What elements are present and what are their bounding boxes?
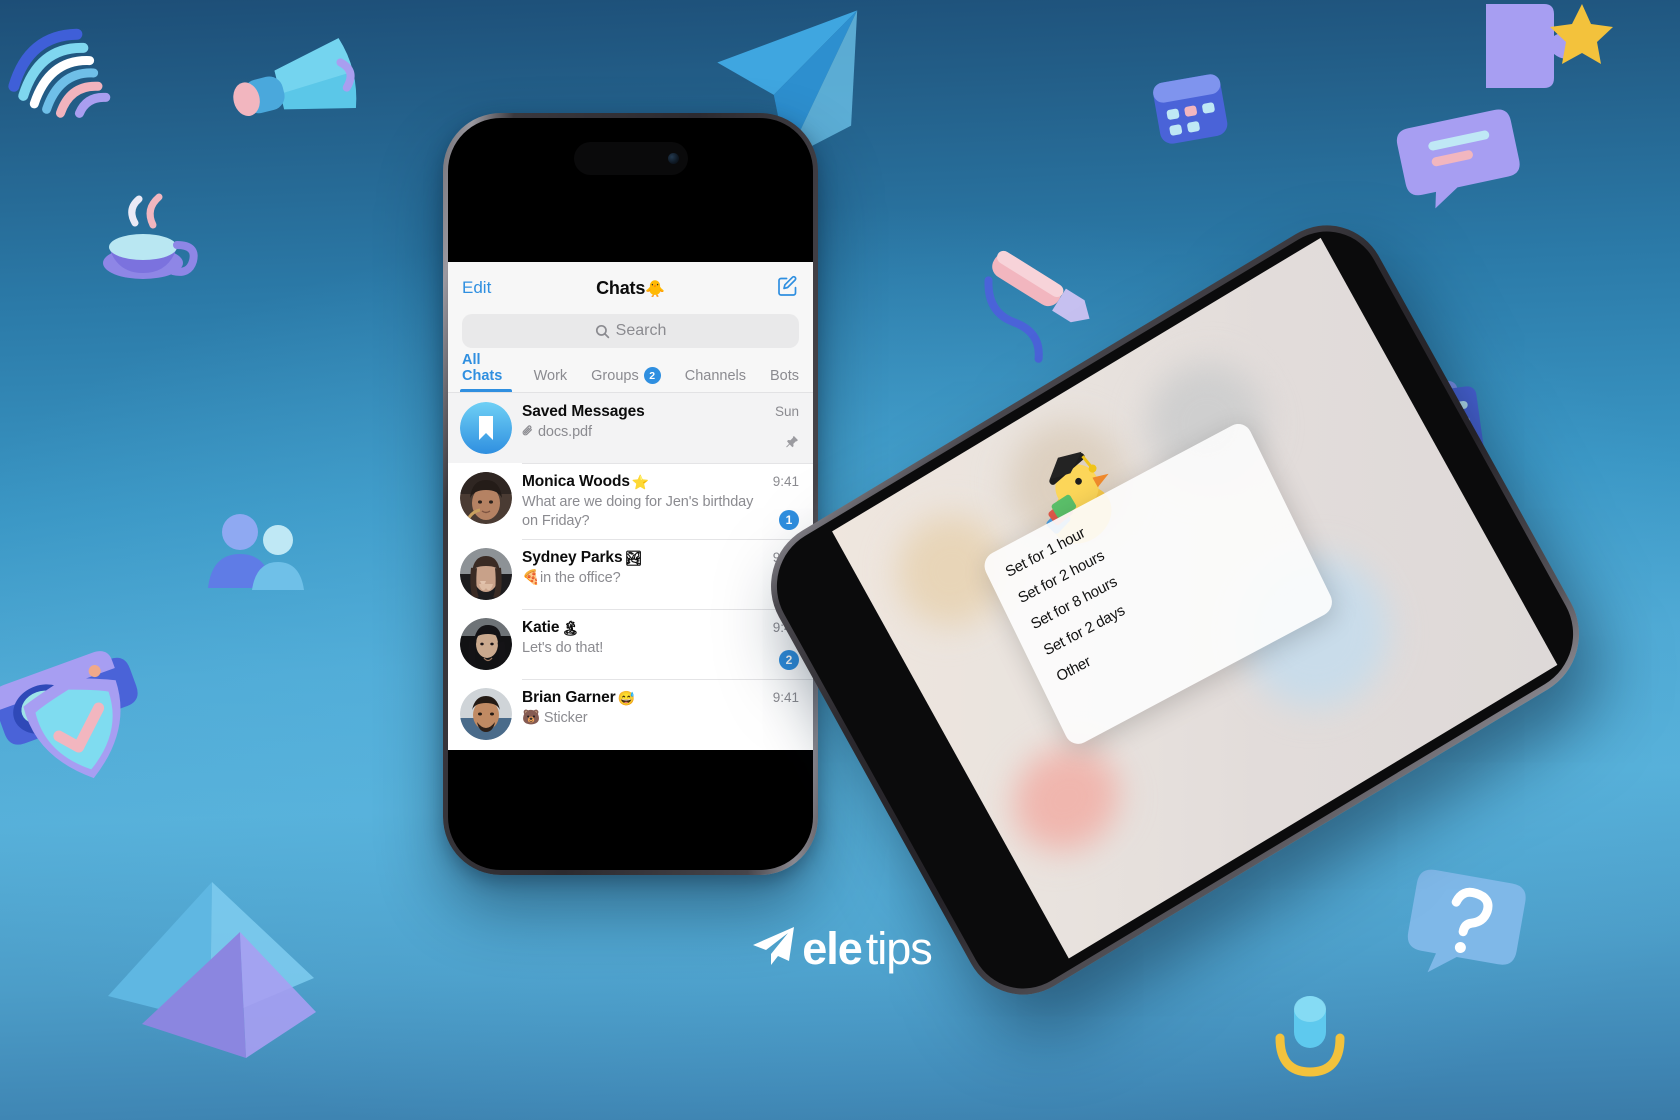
paperclip-icon: [522, 425, 533, 436]
phone-tilted-body: Set for 1 hour Set for 2 hours Set for 8…: [748, 202, 1602, 1018]
people-3d-icon: [196, 496, 326, 606]
chat-time-monica-woods: 9:41: [772, 474, 799, 489]
chat-row-katie[interactable]: Katie 🏝 Let's do that! 9:41 2: [448, 609, 813, 679]
calendar-3d-icon: [1146, 62, 1236, 152]
pencil-3d-icon: [952, 250, 1102, 380]
chat-title-katie: Katie 🏝: [522, 619, 761, 637]
chat-name-emoji-monica-woods: ⭐: [631, 473, 650, 490]
tab-work-label: Work: [533, 368, 568, 384]
telegram-mute-menu-screen: Set for 1 hour Set for 2 hours Set for 8…: [832, 237, 1558, 959]
teacup-3d-icon: [95, 185, 205, 295]
chat-preview-katie: Let's do that!: [522, 640, 604, 657]
shield-check-3d-icon: [10, 660, 150, 800]
brand-logo: ele tips: [0, 922, 1680, 975]
compose-icon[interactable]: [777, 275, 799, 302]
chat-preview-sydney-parks: 🍕in the office?: [522, 569, 761, 588]
phone-tilted: Set for 1 hour Set for 2 hours Set for 8…: [748, 202, 1602, 1018]
unread-badge-katie: 2: [779, 650, 799, 671]
unread-badge-monica-woods: 1: [779, 510, 799, 531]
fingerprint-3d-icon: [0, 2, 122, 132]
pin-icon: [785, 435, 799, 454]
chat-meta-saved-messages: Sun: [761, 402, 799, 454]
avatar-katie: [460, 618, 512, 671]
blurred-background-blob: [994, 726, 1138, 872]
phone-upright-screen-frame: Edit Chats🐥 Search All Chats Work Groups…: [448, 118, 813, 870]
tab-groups-badge: 2: [643, 367, 661, 384]
camera-3d-icon: [0, 620, 156, 750]
chat-preview-text-brian-garner: Sticker: [543, 710, 588, 727]
avatar-saved-messages: [460, 402, 512, 454]
chat-name-sydney-parks: Sydney Parks: [522, 549, 623, 567]
search-placeholder: Search: [615, 322, 667, 339]
chat-name-monica-woods: Monica Woods: [522, 473, 630, 490]
avatar-monica-woods: [460, 472, 512, 524]
chat-name-brian-garner: Brian Garner: [522, 689, 616, 707]
front-camera-icon: [667, 153, 679, 164]
tab-channels[interactable]: Channels: [685, 368, 746, 392]
chat-row-saved-messages[interactable]: Saved Messages docs.pdf Sun: [448, 393, 813, 463]
chat-row-brian-garner[interactable]: Brian Garner 😅 🐻 Sticker 9:41: [448, 679, 813, 749]
dynamic-island: [573, 142, 688, 175]
chat-preview-text-saved-messages: docs.pdf: [537, 424, 592, 440]
megaphone-3d-icon: [222, 38, 372, 154]
chat-meta-brian-garner: 9:41: [761, 688, 799, 740]
chat-title-sydney-parks: Sydney Parks 🏞: [522, 549, 761, 567]
chat-preview-monica-woods: What are we doing for Jen's birthday on …: [522, 494, 754, 529]
chat-title-saved-messages: Saved Messages: [522, 403, 761, 421]
tab-all-chats[interactable]: All Chats: [460, 352, 512, 392]
tab-groups[interactable]: Groups 2: [591, 367, 661, 392]
page-title: Chats🐥: [448, 278, 813, 299]
chat-preview-saved-messages: docs.pdf: [522, 423, 761, 442]
chat-name-emoji-brian-garner: 😅: [617, 689, 635, 706]
logo-word-tips: tips: [865, 922, 933, 974]
chat-preview-emoji-sydney-parks: 🍕: [522, 570, 540, 587]
chat-name-saved-messages: Saved Messages: [522, 403, 645, 420]
avatar-brian-garner: [460, 688, 512, 741]
chat-preview-brian-garner: 🐻 Sticker: [522, 709, 761, 728]
telegram-chats-screen: Edit Chats🐥 Search All Chats Work Groups…: [448, 262, 813, 750]
chat-row-monica-woods[interactable]: Monica Woods ⭐ What are we doing for Jen…: [448, 463, 813, 539]
page-title-emoji: 🐥: [645, 280, 665, 298]
tab-channels-label: Channels: [684, 368, 746, 384]
tab-work[interactable]: Work: [534, 368, 568, 392]
avatar-sydney-parks: [460, 548, 512, 601]
chat-meta-monica-woods: 9:41 1: [761, 472, 799, 531]
chat-content-katie: Katie 🏝 Let's do that!: [522, 618, 761, 670]
chat-filter-tabs: All Chats Work Groups 2 Channels Bots: [448, 352, 813, 393]
tab-groups-label: Groups: [591, 367, 639, 384]
phone-upright: Edit Chats🐥 Search All Chats Work Groups…: [443, 113, 818, 875]
chat-time-saved-messages: Sun: [774, 404, 799, 419]
search-icon: [595, 324, 609, 338]
chat-preview-text-sydney-parks: in the office?: [539, 570, 621, 587]
chat-content-brian-garner: Brian Garner 😅 🐻 Sticker: [522, 688, 761, 740]
tab-bots-label: Bots: [769, 368, 799, 384]
logo-word-tele: ele: [802, 922, 863, 974]
poster-canvas: HQ: [0, 0, 1680, 1120]
star-puzzle-3d-icon: [1478, 0, 1618, 102]
paper-plane-icon: [748, 922, 798, 975]
navigation-bar: Edit Chats🐥: [448, 262, 813, 314]
chat-content-sydney-parks: Sydney Parks 🏞 🍕in the office?: [522, 548, 761, 600]
chat-time-brian-garner: 9:41: [772, 690, 799, 706]
search-bar-container: Search: [448, 314, 813, 356]
tab-all-chats-label: All Chats: [462, 352, 503, 384]
chat-preview-emoji-brian-garner: 🐻: [522, 710, 540, 727]
chat-bubble-3d-icon: [1396, 96, 1520, 209]
page-title-text: Chats: [596, 277, 646, 298]
chat-name-emoji-sydney-parks: 🏞: [624, 549, 643, 566]
chat-title-monica-woods: Monica Woods ⭐: [522, 473, 761, 491]
chat-name-katie: Katie: [522, 619, 560, 637]
chat-content-saved-messages: Saved Messages docs.pdf: [522, 402, 761, 454]
search-input[interactable]: Search: [462, 314, 799, 348]
tab-bots[interactable]: Bots: [770, 368, 799, 392]
phone-tilted-screen-frame: Set for 1 hour Set for 2 hours Set for 8…: [756, 210, 1594, 1010]
chat-content-monica-woods: Monica Woods ⭐ What are we doing for Jen…: [522, 472, 761, 530]
chat-name-emoji-katie: 🏝: [561, 619, 580, 636]
microphone-3d-icon: [1256, 986, 1366, 1106]
chat-title-brian-garner: Brian Garner 😅: [522, 689, 761, 707]
